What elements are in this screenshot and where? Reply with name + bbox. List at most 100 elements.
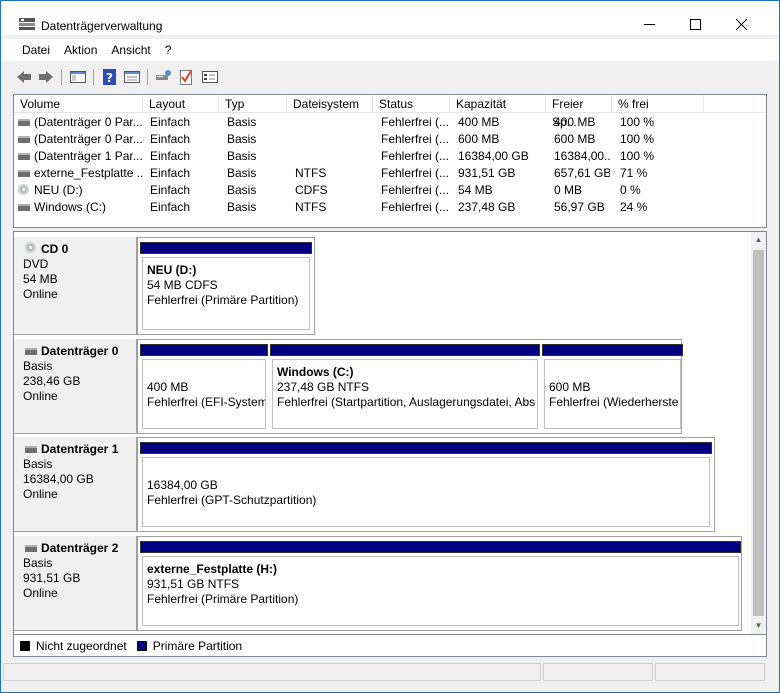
volume-list[interactable]: Volume Layout Typ Dateisystem Status Kap… <box>13 94 767 228</box>
back-icon[interactable] <box>15 68 33 86</box>
list-icon[interactable] <box>201 68 219 86</box>
table-cell: (Datenträger 0 Par... <box>34 115 143 129</box>
column-header-status[interactable]: Status <box>373 95 450 113</box>
scroll-down-icon[interactable]: ▼ <box>751 618 766 634</box>
partition-block[interactable]: 16384,00 GB Fehlerfrei (GPT-Schutzpartiti… <box>140 442 712 527</box>
disk-label[interactable]: Datenträger 2 Basis 931,51 GB Online <box>14 536 137 631</box>
table-cell: CDFS <box>295 183 328 197</box>
disk-row: Datenträger 2 Basis 931,51 GB Online externe… <box>14 536 754 631</box>
table-cell: 931,51 GB <box>458 166 516 180</box>
table-cell: 0 % <box>620 183 641 197</box>
column-header-prozent-frei[interactable]: % frei <box>612 95 704 113</box>
table-cell: NTFS <box>295 200 327 214</box>
toolbar-separator <box>61 69 62 85</box>
partition-block[interactable]: Windows (C:) 237,48 GB NTFS Fehlerfrei (St… <box>270 344 540 429</box>
table-cell: Windows (C:) <box>34 200 107 214</box>
table-cell: externe_Festplatte ... <box>34 166 143 180</box>
column-header-kapazitaet[interactable]: Kapazität <box>450 95 546 113</box>
disk-status: Online <box>23 487 58 501</box>
table-cell: Fehlerfrei (... <box>381 115 448 129</box>
partition-line1: 16384,00 GB <box>147 478 218 492</box>
partition-block[interactable]: externe_Festplatte (H:) 931,51 GB NTFS Feh… <box>140 541 741 626</box>
forward-icon[interactable] <box>37 68 55 86</box>
legend-label-unallocated: Nicht zugeordnet <box>36 638 127 653</box>
help-icon[interactable]: ? <box>101 68 119 86</box>
table-cell: 100 % <box>620 132 655 146</box>
scroll-up-icon[interactable]: ▲ <box>751 232 766 248</box>
partition-line2: Fehlerfrei (Primäre Partition) <box>147 592 299 606</box>
disk-partitions: 16384,00 GB Fehlerfrei (GPT-Schutzpartiti… <box>137 437 715 532</box>
column-header-layout[interactable]: Layout <box>143 95 219 113</box>
partition-name: Windows (C:) <box>277 365 354 379</box>
disk-status: Online <box>23 586 58 600</box>
window-title: Datenträgerverwaltung <box>41 19 163 33</box>
table-cell: 16384,00 GB <box>458 149 529 163</box>
partition-line1: 600 MB <box>549 380 591 394</box>
maximize-icon <box>689 18 701 30</box>
disk-status: Online <box>23 389 58 403</box>
disk-status: Online <box>23 287 58 301</box>
table-cell: Basis <box>227 115 257 129</box>
table-cell: Basis <box>227 132 257 146</box>
disk-type: Basis <box>23 457 53 471</box>
disk-graphical-view: CD 0 DVD 54 MB Online NEU (D:) 54 MB CDFS Fehl… <box>13 231 767 635</box>
disk-label[interactable]: CD 0 DVD 54 MB Online <box>14 237 137 335</box>
menu-datei[interactable]: Datei <box>15 39 57 61</box>
disk-partitions: externe_Festplatte (H:) 931,51 GB NTFS Feh… <box>137 536 742 631</box>
partition-name: externe_Festplatte (H:) <box>147 562 278 576</box>
disk-size: 238,46 GB <box>23 374 81 388</box>
partition-block[interactable]: NEU (D:) 54 MB CDFS Fehlerfrei (Primäre Pa… <box>140 242 312 330</box>
partition-line1: 931,51 GB NTFS <box>147 577 240 591</box>
minimize-icon <box>643 23 655 25</box>
hard-drive-icon <box>25 446 37 453</box>
table-cell: (Datenträger 1 Par... <box>34 149 143 163</box>
disk-label[interactable]: Datenträger 0 Basis 238,46 GB Online <box>14 339 137 434</box>
table-cell: 100 % <box>620 149 655 163</box>
table-row[interactable]: (Datenträger 0 Par... Einfach Basis Fehlerf… <box>14 131 766 148</box>
partition-info: externe_Festplatte (H:) 931,51 GB NTFS Feh… <box>142 556 739 626</box>
menu-help[interactable]: ? <box>158 39 179 61</box>
partition-type-bar <box>140 442 712 454</box>
partition-type-bar <box>270 344 540 356</box>
title-bar: Datenträgerverwaltung <box>1 1 779 35</box>
connect-icon[interactable] <box>155 68 173 86</box>
console-tree-icon[interactable] <box>69 68 87 86</box>
disk-label[interactable]: Datenträger 1 Basis 16384,00 GB Online <box>14 437 137 532</box>
table-cell: Fehlerfrei (... <box>381 200 448 214</box>
status-segment <box>655 663 765 681</box>
scrollbar-thumb[interactable] <box>753 250 764 616</box>
check-icon[interactable] <box>177 68 195 86</box>
column-header-volume[interactable]: Volume <box>14 95 143 113</box>
column-header-freier-speicher[interactable]: Freier Sp... <box>546 95 612 129</box>
disk-name: Datenträger 2 <box>23 541 136 556</box>
table-row[interactable]: (Datenträger 1 Par... Einfach Basis Fehlerf… <box>14 148 766 165</box>
close-button[interactable] <box>718 9 764 39</box>
partition-block[interactable]: 600 MB Fehlerfrei (Wiederherste <box>542 344 683 429</box>
column-header-dateisystem[interactable]: Dateisystem <box>287 95 373 113</box>
table-cell: 600 MB <box>458 132 500 146</box>
close-icon <box>735 18 747 30</box>
table-cell: 71 % <box>620 166 648 180</box>
maximize-button[interactable] <box>672 9 718 39</box>
table-row[interactable]: (Datenträger 0 Par... Einfach Basis Fehlerf… <box>14 114 766 131</box>
properties-icon[interactable] <box>123 68 141 86</box>
partition-line2: Fehlerfrei (GPT-Schutzpartition) <box>147 493 317 507</box>
table-row[interactable]: Windows (C:) Einfach Basis NTFS Fehlerfrei (… <box>14 199 766 216</box>
vertical-scrollbar[interactable]: ▲ ▼ <box>751 232 766 634</box>
partition-line2: Fehlerfrei (Primäre Partition) <box>147 293 299 307</box>
menu-ansicht[interactable]: Ansicht <box>104 39 157 61</box>
menu-aktion[interactable]: Aktion <box>57 39 104 61</box>
legend-swatch-unallocated <box>20 640 30 651</box>
disk-type: Basis <box>23 359 53 373</box>
column-header-typ[interactable]: Typ <box>219 95 287 113</box>
disk-management-window: Datenträgerverwaltung Datei Aktion Ansic… <box>0 0 780 693</box>
table-cell: Fehlerfrei (... <box>381 132 448 146</box>
table-cell <box>289 131 371 148</box>
table-row[interactable]: NEU (D:) Einfach Basis CDFS Fehlerfrei (... 5… <box>14 182 766 199</box>
minimize-button[interactable] <box>626 9 672 39</box>
table-cell: NEU (D:) <box>34 183 83 197</box>
menu-bar: Datei Aktion Ansicht ? <box>1 39 779 61</box>
table-row[interactable]: externe_Festplatte ... Einfach Basis NTFS Fe… <box>14 165 766 182</box>
partition-block[interactable]: 400 MB Fehlerfrei (EFI-System <box>140 344 268 429</box>
disk-name-text: Datenträger 1 <box>41 442 119 456</box>
